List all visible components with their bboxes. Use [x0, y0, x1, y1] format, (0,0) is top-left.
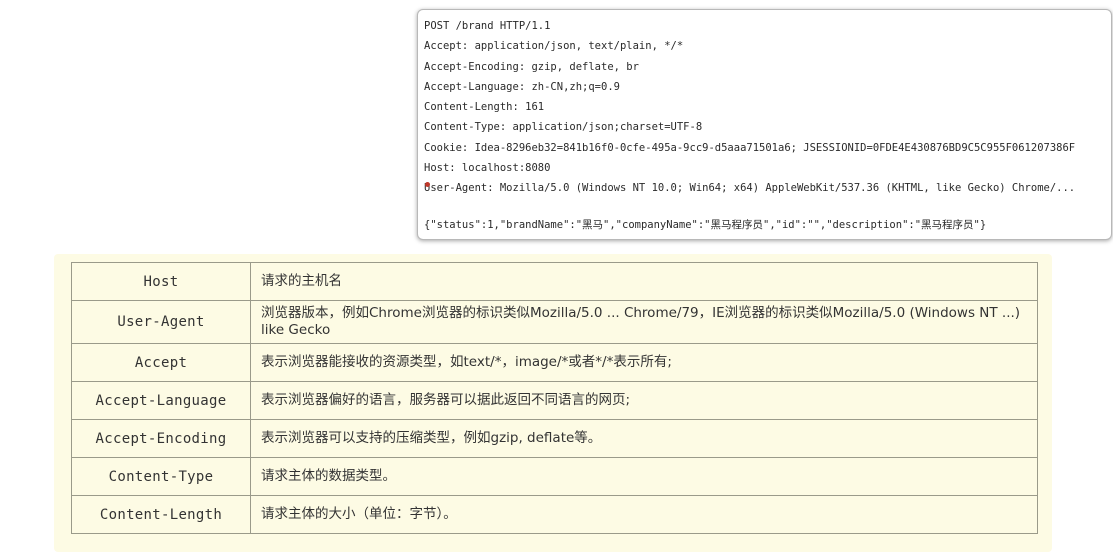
cursor-marker [425, 182, 430, 187]
table-row: Content-Type 请求主体的数据类型。 [71, 457, 1038, 496]
header-description-cell: 表示浏览器可以支持的压缩类型，例如gzip, deflate等。 [250, 419, 1038, 458]
table-row: Accept 表示浏览器能接收的资源类型，如text/*，image/*或者*/… [71, 343, 1038, 382]
header-name-cell: Host [71, 262, 251, 301]
header-description-cell: 浏览器版本，例如Chrome浏览器的标识类似Mozilla/5.0 ... Ch… [250, 300, 1038, 344]
header-name-cell: Accept-Language [71, 381, 251, 420]
header-description-cell: 请求主体的数据类型。 [250, 457, 1038, 496]
request-line: POST /brand HTTP/1.1 [424, 20, 551, 32]
header-name-cell: Content-Length [71, 495, 251, 534]
header-name-cell: Content-Type [71, 457, 251, 496]
header-line-user-agent: User-Agent: Mozilla/5.0 (Windows NT 10.0… [424, 182, 1076, 195]
request-body: {"status":1,"brandName":"黑马","companyNam… [424, 218, 987, 231]
header-description-cell: 请求主体的大小（单位：字节）。 [250, 495, 1038, 534]
header-description-cell: 请求的主机名 [250, 262, 1038, 301]
headers-table: Host 请求的主机名 User-Agent 浏览器版本，例如Chrome浏览器… [71, 262, 1038, 534]
header-line-content-length: Content-Length: 161 [424, 101, 545, 114]
table-row: Host 请求的主机名 [71, 262, 1038, 301]
header-line-host: Host: localhost:8080 [424, 162, 551, 175]
table-row: Accept-Encoding 表示浏览器可以支持的压缩类型，例如gzip, d… [71, 419, 1038, 458]
header-name-cell: Accept [71, 343, 251, 382]
headers-table-panel: Host 请求的主机名 User-Agent 浏览器版本，例如Chrome浏览器… [54, 254, 1052, 552]
header-name-cell: Accept-Encoding [71, 419, 251, 458]
table-row: User-Agent 浏览器版本，例如Chrome浏览器的标识类似Mozilla… [71, 300, 1038, 344]
http-request-panel: POST /brand HTTP/1.1 Accept: application… [417, 9, 1112, 240]
header-line-accept-encoding: Accept-Encoding: gzip, deflate, br [424, 60, 639, 73]
header-name-cell: User-Agent [71, 300, 251, 344]
table-row: Accept-Language 表示浏览器偏好的语言，服务器可以据此返回不同语言… [71, 381, 1038, 420]
header-description-cell: 表示浏览器能接收的资源类型，如text/*，image/*或者*/*表示所有; [250, 343, 1038, 382]
header-line-content-type: Content-Type: application/json;charset=U… [424, 121, 703, 134]
header-line-cookie: Cookie: Idea-8296eb32=841b16f0-0cfe-495a… [424, 141, 1076, 154]
header-line-accept-language: Accept-Language: zh-CN,zh;q=0.9 [424, 80, 620, 93]
header-line-accept: Accept: application/json, text/plain, */… [424, 40, 684, 53]
table-row: Content-Length 请求主体的大小（单位：字节）。 [71, 495, 1038, 534]
header-description-cell: 表示浏览器偏好的语言，服务器可以据此返回不同语言的网页; [250, 381, 1038, 420]
